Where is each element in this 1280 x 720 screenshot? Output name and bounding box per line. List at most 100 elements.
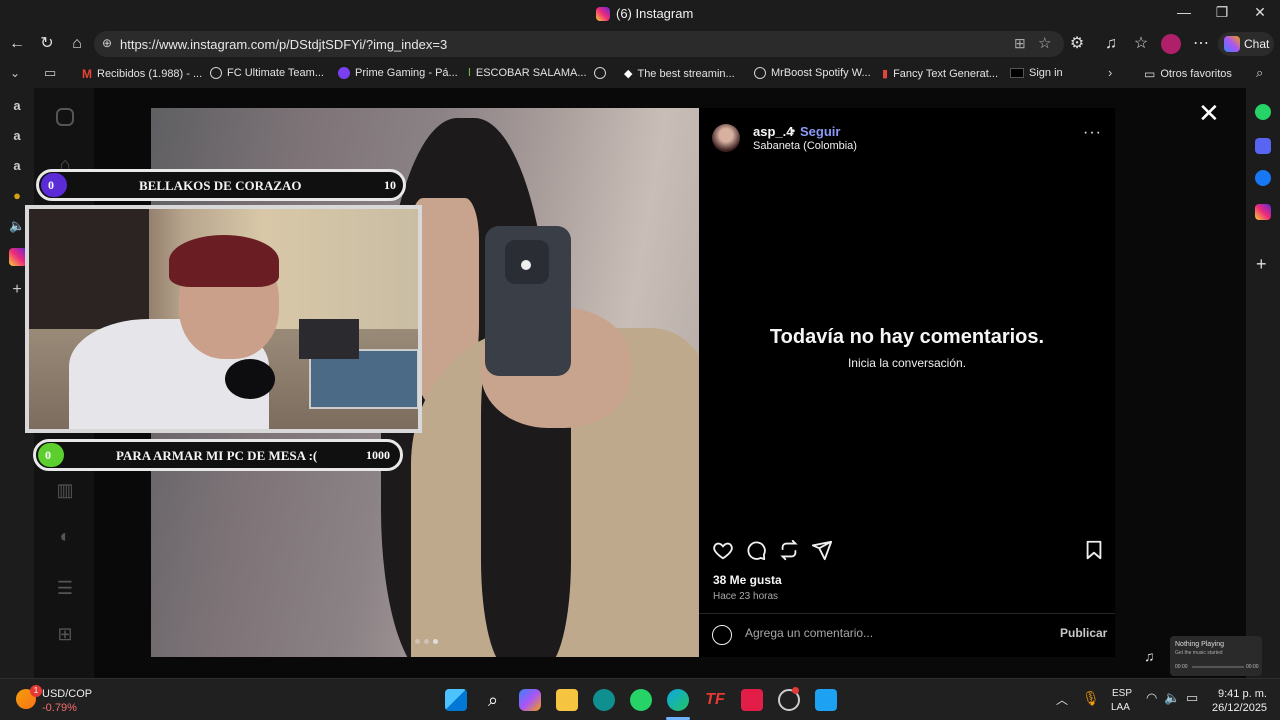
tab-actions-icon[interactable]: ▭ (44, 65, 56, 81)
now-playing-widget[interactable]: Nothing Playing Get the music started 00… (1170, 636, 1262, 676)
webcam-microphone (225, 359, 275, 399)
bookmark-escobar[interactable]: ǀ ESCOBAR SALAMA... (468, 67, 587, 79)
follow-button[interactable]: Seguir (800, 124, 840, 139)
wifi-icon[interactable]: ◠ (1146, 690, 1157, 706)
goal-label: BELLAKOS DE CORAZAO (139, 178, 302, 193)
facebook-icon[interactable] (1255, 170, 1271, 186)
prime-gaming-icon (338, 67, 350, 79)
avatar[interactable] (712, 124, 740, 152)
chevron-down-icon[interactable]: ⌄ (10, 66, 20, 80)
goal-target: 1000 (366, 448, 390, 462)
bookmark-globe[interactable] (594, 67, 606, 79)
search-icon[interactable]: ⌕ (482, 689, 504, 711)
profile-avatar[interactable] (1161, 34, 1181, 54)
url-text[interactable]: https://www.instagram.com/p/DStdjtSDFYi/… (120, 37, 447, 52)
file-explorer-icon[interactable] (556, 689, 578, 711)
back-button[interactable]: ← (6, 34, 28, 54)
clock-time[interactable]: 9:41 p. m. (1218, 688, 1267, 700)
dashboard-icon[interactable]: ▥ (54, 480, 76, 502)
bookmark-fc[interactable]: FC Ultimate Team... (210, 67, 324, 79)
clock-date[interactable]: 26/12/2025 (1212, 702, 1267, 714)
site-icon (1010, 68, 1024, 78)
address-bar[interactable]: ⊕ https://www.instagram.com/p/DStdjtSDFY… (94, 31, 1064, 57)
refresh-button[interactable]: ↻ (36, 34, 58, 54)
favorites-icon[interactable]: ☆ (1130, 34, 1152, 54)
comment-icon[interactable] (745, 539, 767, 561)
home-button[interactable]: ⌂ (66, 34, 88, 54)
like-heart-icon[interactable] (712, 539, 734, 561)
language-indicator[interactable]: ESP (1112, 688, 1132, 699)
streamer-webcam (25, 205, 422, 433)
bookmark-sign-in[interactable]: Sign in (1010, 67, 1063, 79)
share-send-icon[interactable] (811, 539, 833, 561)
likes-count[interactable]: 38 Me gusta (713, 573, 782, 587)
progress-bar[interactable] (1192, 666, 1244, 668)
copilot-icon[interactable] (519, 689, 541, 711)
amazon-tab-icon[interactable]: a (9, 158, 25, 174)
discord-icon[interactable] (1255, 138, 1271, 154)
instagram-icon[interactable] (1255, 204, 1271, 220)
music-note-icon[interactable]: ♫ (1144, 648, 1155, 664)
start-button-icon[interactable] (445, 689, 467, 711)
other-favorites[interactable]: ▭ Otros favoritos (1144, 67, 1232, 81)
bookmark-mrboost[interactable]: MrBoost Spotify W... (754, 67, 871, 79)
post-location[interactable]: Sabaneta (Colombia) (753, 140, 857, 152)
minimize-button[interactable]: — (1166, 4, 1202, 24)
edge-browser-icon[interactable] (667, 689, 689, 711)
site-info-icon[interactable]: ⊕ (102, 36, 112, 50)
widget-value[interactable]: -0.79% (42, 702, 77, 714)
menu-icon[interactable]: ☰ (54, 578, 76, 600)
no-comments-heading: Todavía no hay comentarios. (769, 326, 1045, 348)
also-from-meta-icon[interactable]: ⊞ (54, 624, 76, 646)
keyboard-layout[interactable]: LAA (1111, 702, 1130, 713)
bookmark-streaming[interactable]: ◆ The best streamin... (624, 67, 735, 81)
orange-tab-icon[interactable]: ● (9, 188, 25, 204)
search-icon[interactable]: ⌕ (1256, 65, 1263, 81)
instagram-logo-icon[interactable] (56, 108, 74, 126)
whatsapp-icon[interactable] (630, 689, 652, 711)
notepad-icon[interactable] (815, 689, 837, 711)
battery-icon[interactable]: ▭ (1186, 690, 1198, 706)
add-app-icon[interactable]: + (1256, 254, 1267, 275)
chevron-up-icon[interactable]: ︿ (1056, 691, 1068, 708)
settings-more-icon[interactable]: ⋯ (1190, 34, 1212, 54)
maximize-button[interactable]: ❐ (1204, 4, 1240, 24)
volume-icon[interactable]: 🔈 (1164, 690, 1180, 706)
save-bookmark-icon[interactable] (1083, 539, 1105, 561)
tiktok-icon[interactable] (741, 689, 763, 711)
chevron-right-icon[interactable]: › (1108, 65, 1112, 80)
more-options-icon[interactable]: ··· (1083, 124, 1102, 142)
extensions-icon[interactable]: ⚙ (1066, 34, 1088, 54)
comment-input[interactable]: Agrega un comentario... (745, 626, 1045, 640)
whatsapp-icon[interactable] (1255, 104, 1271, 120)
tab-title[interactable]: (6) Instagram (596, 6, 693, 21)
bookmark-fancy-text[interactable]: ▮ Fancy Text Generat... (882, 67, 998, 81)
microphone-icon[interactable]: 🎙 (1082, 690, 1100, 707)
new-tab-icon[interactable]: + (9, 281, 25, 298)
copilot-icon (1224, 36, 1240, 52)
close-modal-icon[interactable]: ✕ (1198, 98, 1220, 129)
window-titlebar: (6) Instagram — ❐ ✕ (0, 0, 1280, 28)
goal-target: 10 (384, 178, 396, 192)
media-control-icon[interactable]: ♫ (1100, 34, 1122, 54)
widget-name[interactable]: USD/COP (42, 688, 92, 700)
tf-app-icon[interactable]: TF (704, 689, 726, 711)
speaker-icon[interactable]: 🔈 (9, 218, 25, 234)
copilot-chat-button[interactable]: Chat (1218, 32, 1274, 56)
publish-button[interactable]: Publicar (1060, 626, 1107, 640)
username[interactable]: asp_.4 (753, 124, 793, 139)
favorite-star-icon[interactable]: ☆ (1038, 34, 1051, 52)
post-time: Hace 23 horas (713, 591, 779, 602)
amazon-tab-icon[interactable]: a (9, 98, 25, 114)
app-available-icon[interactable]: ⊞ (1014, 35, 1026, 52)
amazon-tab-icon[interactable]: a (9, 128, 25, 144)
close-window-button[interactable]: ✕ (1242, 4, 1278, 24)
repost-icon[interactable] (778, 539, 800, 561)
emoji-icon[interactable] (712, 625, 732, 645)
bookmark-gmail[interactable]: M Recibidos (1.988) - ... (82, 67, 202, 81)
bookmark-prime[interactable]: Prime Gaming - Pá... (338, 67, 458, 79)
diamond-icon: ◆ (624, 68, 633, 80)
post-details-panel: asp_.4 • Seguir Sabaneta (Colombia) ··· … (699, 108, 1115, 657)
cursor-app-icon[interactable] (593, 689, 615, 711)
meta-icon[interactable]: ◐ (54, 526, 76, 548)
